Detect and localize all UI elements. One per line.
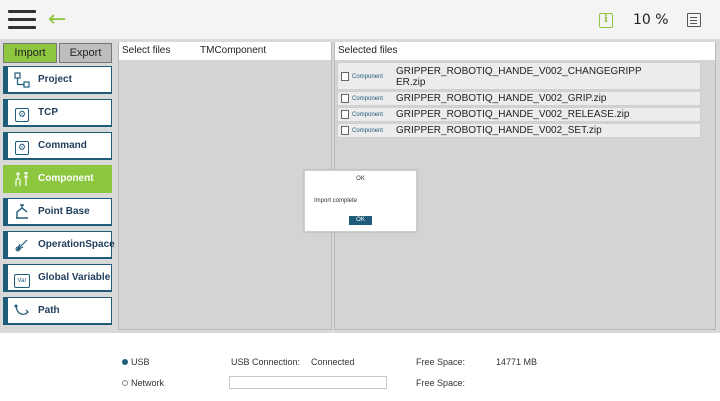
sidebar-item-label: Operation Space	[38, 239, 115, 250]
free-space-value: 14771 MB	[496, 357, 538, 367]
file-name: GRIPPER_ROBOTIQ_HANDE_V002_RELEASE.zip	[396, 109, 630, 120]
file-checkbox[interactable]	[341, 94, 349, 103]
project-icon	[14, 72, 30, 88]
sidebar-item-label: Point Base	[38, 206, 90, 217]
file-checkbox[interactable]	[341, 126, 349, 135]
sidebar-item-label: TCP	[38, 107, 58, 118]
command-icon: ⚙	[14, 138, 30, 155]
usb-connection-status: Connected	[311, 357, 355, 367]
sidebar-item-component[interactable]: Component	[3, 165, 112, 193]
select-files-panel	[118, 42, 332, 330]
list-item[interactable]: Component GRIPPER_ROBOTIQ_HANDE_V002_REL…	[337, 107, 701, 122]
sidebar-item-path[interactable]: Path	[3, 297, 112, 325]
select-files-title: Select files	[122, 45, 171, 56]
select-files-header: Select files TMComponent	[119, 42, 331, 60]
sidebar-item-label: Command	[38, 140, 87, 151]
import-tab[interactable]: Import	[3, 43, 57, 63]
sidebar-item-label: Project	[38, 74, 72, 85]
sidebar-item-project[interactable]: Project	[3, 66, 112, 94]
sidebar-item-command[interactable]: ⚙ Command	[3, 132, 112, 160]
file-name: GRIPPER_ROBOTIQ_HANDE_V002_CHANGEGRIPP ER…	[396, 66, 642, 88]
hamburger-menu-icon[interactable]	[8, 10, 36, 30]
back-arrow-icon[interactable]: ←	[48, 6, 66, 34]
selected-files-title: Selected files	[338, 45, 398, 56]
file-type: Component	[352, 74, 384, 80]
network-label[interactable]: Network	[131, 378, 164, 388]
file-checkbox[interactable]	[341, 110, 349, 119]
sidebar-item-operation-space[interactable]: Operation Space	[3, 231, 115, 259]
path-icon	[14, 303, 30, 319]
operation-space-icon	[14, 237, 30, 253]
info-icon[interactable]: i	[599, 13, 613, 28]
sidebar-item-label: Component	[38, 173, 94, 184]
export-tab[interactable]: Export	[59, 43, 112, 63]
tcp-icon: ⚙	[14, 105, 30, 122]
sidebar-item-tcp[interactable]: ⚙ TCP	[3, 99, 112, 127]
import-complete-dialog: OK Import complete OK	[304, 170, 417, 232]
sidebar-item-point-base[interactable]: Point Base	[3, 198, 112, 226]
point-base-icon	[14, 204, 30, 220]
usb-radio[interactable]	[122, 359, 128, 365]
dialog-message: Import complete	[314, 198, 358, 204]
network-free-space-label: Free Space:	[416, 378, 466, 388]
sidebar-item-label: Path	[38, 305, 60, 316]
selected-files-header: Selected files	[335, 42, 715, 60]
file-type: Component	[352, 112, 384, 118]
file-name: GRIPPER_ROBOTIQ_HANDE_V002_GRIP.zip	[396, 93, 607, 104]
list-item[interactable]: Component GRIPPER_ROBOTIQ_HANDE_V002_CHA…	[337, 62, 701, 90]
status-panel-icon[interactable]	[687, 13, 701, 27]
network-path-input[interactable]	[229, 376, 387, 389]
file-type: Component	[352, 128, 384, 134]
folder-name: TMComponent	[200, 45, 267, 56]
network-radio[interactable]	[122, 380, 128, 386]
speed-percentage[interactable]: 10 %	[633, 12, 669, 28]
file-name: GRIPPER_ROBOTIQ_HANDE_V002_SET.zip	[396, 125, 602, 136]
file-checkbox[interactable]	[341, 72, 349, 81]
component-icon	[14, 171, 30, 187]
list-item[interactable]: Component GRIPPER_ROBOTIQ_HANDE_V002_SET…	[337, 123, 701, 138]
free-space-label: Free Space:	[416, 357, 466, 367]
global-variable-icon: Var	[14, 270, 30, 288]
top-bar: ← i 10 %	[0, 0, 720, 40]
usb-connection-label: USB Connection:	[231, 357, 301, 367]
dialog-title: OK	[356, 176, 365, 182]
usb-label[interactable]: USB	[131, 357, 150, 367]
list-item[interactable]: Component GRIPPER_ROBOTIQ_HANDE_V002_GRI…	[337, 91, 701, 106]
file-type: Component	[352, 96, 384, 102]
sidebar-item-global-variable[interactable]: Var Global Variable	[3, 264, 112, 292]
dialog-ok-button[interactable]: OK	[349, 216, 372, 225]
sidebar-item-label: Global Variable	[38, 272, 111, 283]
